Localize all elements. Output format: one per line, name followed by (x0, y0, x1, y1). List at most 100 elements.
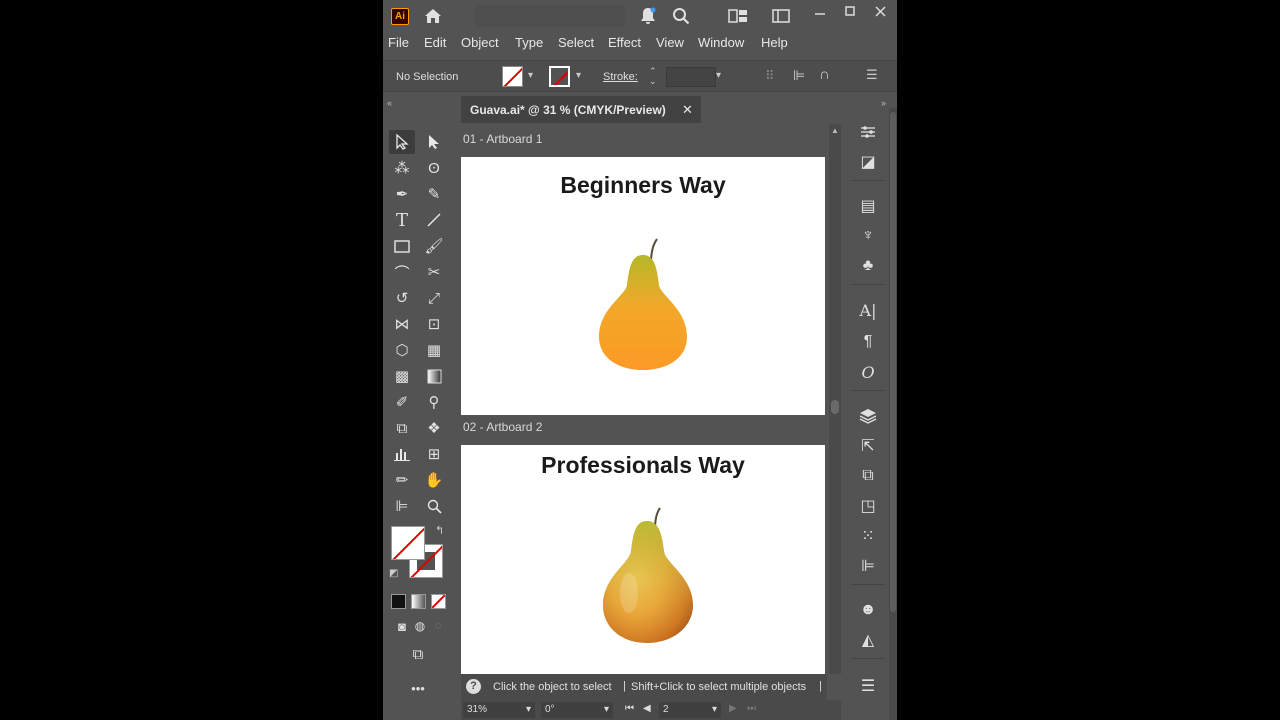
canvas-vertical-scrollbar[interactable]: ▲ (829, 124, 841, 674)
pear-realistic-illustration[interactable] (599, 505, 699, 645)
home-icon[interactable] (423, 6, 443, 26)
artboard-tool-icon[interactable]: ⊞ (421, 442, 447, 466)
menu-window[interactable]: Window (698, 35, 744, 50)
free-transform-tool-icon[interactable]: ⊡ (421, 312, 447, 336)
right-dock-scroll-thumb[interactable] (890, 112, 896, 612)
canvas[interactable]: 01 - Artboard 1 Beginners Way 02 - Artbo… (461, 124, 827, 674)
color-mode-icon[interactable] (391, 594, 406, 609)
menu-view[interactable]: View (656, 35, 684, 50)
screen-mode-icon[interactable]: ⧉ (405, 642, 431, 666)
magic-wand-tool-icon[interactable]: ⁂ (389, 156, 415, 180)
help-icon[interactable]: ? (466, 679, 481, 694)
last-artboard-icon[interactable]: ⏭ (747, 703, 756, 714)
fill-none-swatch[interactable] (391, 526, 425, 560)
fill-swatch[interactable] (502, 66, 523, 87)
symbols-icon[interactable]: ♣ (855, 254, 881, 278)
rotation-select[interactable]: 0° ▾ (541, 702, 613, 718)
chevron-down-icon[interactable]: ▾ (716, 70, 721, 81)
none-mode-icon[interactable] (431, 594, 446, 609)
direct-selection-tool-icon[interactable] (421, 130, 447, 154)
perspective-grid-tool-icon[interactable]: ▦ (421, 338, 447, 362)
brushes-icon[interactable]: ♆ (855, 224, 881, 248)
next-artboard-icon[interactable]: ▶ (729, 703, 737, 714)
pathfinder-icon[interactable]: ◳ (855, 494, 881, 518)
blend-tool-icon[interactable]: ⧉ (389, 416, 415, 440)
pear-flat-illustration[interactable] (593, 233, 693, 373)
character-icon[interactable]: A| (855, 298, 881, 322)
swatches-icon[interactable]: ▤ (855, 194, 881, 218)
line-tool-icon[interactable] (421, 208, 447, 232)
default-colors-icon[interactable]: ◩ (389, 568, 398, 579)
appearance-icon[interactable]: ☻ (855, 598, 881, 622)
bell-icon[interactable] (638, 6, 658, 26)
mesh-tool-icon[interactable]: ▩ (389, 364, 415, 388)
export-icon[interactable]: ⇱ (855, 434, 881, 458)
layers-icon[interactable] (855, 404, 881, 428)
artboard-2[interactable]: Professionals Way (461, 445, 825, 674)
rectangle-tool-icon[interactable] (389, 234, 415, 258)
align-grid-icon[interactable]: ⠿ (765, 68, 775, 84)
document-tab[interactable]: Guava.ai* @ 31 % (CMYK/Preview) ✕ (461, 96, 701, 123)
search-field-blank[interactable] (475, 5, 625, 27)
draw-inside-icon[interactable]: ◌ (425, 614, 451, 638)
transform-panel-icon[interactable]: ⁙ (855, 524, 881, 548)
shaper-tool-icon[interactable]: ⌒ (389, 260, 415, 284)
arrange-documents-icon[interactable] (728, 6, 748, 26)
scissors-tool-icon[interactable]: ✂ (421, 260, 447, 284)
zoom-select[interactable]: 31% ▾ (463, 702, 535, 718)
menu-file[interactable]: File (388, 35, 409, 50)
swap-icon[interactable]: ↰ (435, 524, 444, 537)
gradient-tool-icon[interactable] (421, 364, 447, 388)
width-tool-icon[interactable]: ⋈ (389, 312, 415, 336)
pen-tool-icon[interactable]: ✒ (389, 182, 415, 206)
lasso-tool-icon[interactable]: ʘ (421, 156, 447, 180)
stroke-stepper[interactable]: ⌃ ⌄ (649, 66, 657, 86)
artboard-label-1[interactable]: 01 - Artboard 1 (463, 132, 542, 146)
rotate-tool-icon[interactable]: ↺ (389, 286, 415, 310)
stroke-label[interactable]: Stroke: (603, 71, 638, 83)
artboard-1[interactable]: Beginners Way (461, 157, 825, 415)
column-graph-tool-icon[interactable] (389, 442, 415, 466)
pencil-tool-icon[interactable]: ✏ (389, 468, 415, 492)
minimize-button[interactable] (809, 2, 831, 20)
properties-icon[interactable] (855, 120, 881, 144)
panel-menu-icon[interactable]: ☰ (866, 67, 878, 83)
artboard-number-select[interactable]: 2 ▾ (659, 702, 721, 718)
paragraph-icon[interactable]: ¶ (855, 330, 881, 354)
collapse-left-icon[interactable]: « (387, 98, 392, 108)
scroll-up-icon[interactable]: ▲ (831, 126, 839, 135)
close-tab-icon[interactable]: ✕ (682, 102, 693, 118)
selection-tool-icon[interactable] (389, 130, 415, 154)
transform-icon[interactable]: ∩ (819, 66, 830, 83)
more-tools-icon[interactable]: ••• (405, 676, 431, 700)
stroke-weight-input[interactable] (666, 67, 716, 87)
align-left-tool-icon[interactable]: ⊫ (389, 494, 415, 518)
gradient-panel-icon[interactable]: ◭ (855, 628, 881, 652)
workspace-switcher-icon[interactable] (771, 6, 791, 26)
maximize-button[interactable] (839, 2, 861, 20)
chevron-down-icon[interactable]: ▾ (528, 70, 533, 81)
scroll-thumb[interactable] (831, 400, 839, 414)
panel-list-icon[interactable]: ☰ (855, 674, 881, 698)
scale-tool-icon[interactable]: ⤢ (421, 286, 447, 310)
hand-tool-icon[interactable]: ✋ (421, 468, 447, 492)
libraries-icon[interactable]: ◪ (855, 150, 881, 174)
close-window-button[interactable] (869, 2, 891, 20)
artboards-panel-icon[interactable]: ⧉ (855, 464, 881, 488)
fill-stroke-widget[interactable]: ↰ ◩ (389, 524, 447, 582)
menu-type[interactable]: Type (515, 35, 543, 50)
opentype-icon[interactable]: O (855, 360, 881, 384)
artboard-label-2[interactable]: 02 - Artboard 2 (463, 420, 542, 434)
symbol-sprayer-tool-icon[interactable]: ❖ (421, 416, 447, 440)
zoom-tool-icon[interactable] (421, 494, 447, 518)
menu-effect[interactable]: Effect (608, 35, 641, 50)
stroke-swatch[interactable] (549, 66, 570, 87)
menu-edit[interactable]: Edit (424, 35, 446, 50)
paintbrush-tool-icon[interactable]: 🖌 (421, 234, 447, 258)
chevron-down-icon[interactable]: ▾ (576, 70, 581, 81)
menu-select[interactable]: Select (558, 35, 594, 50)
eyedropper-tool-icon[interactable]: ✐ (389, 390, 415, 414)
menu-object[interactable]: Object (461, 35, 499, 50)
right-dock-scrollbar[interactable] (889, 108, 897, 720)
align-icon[interactable]: ⊫ (793, 67, 805, 84)
